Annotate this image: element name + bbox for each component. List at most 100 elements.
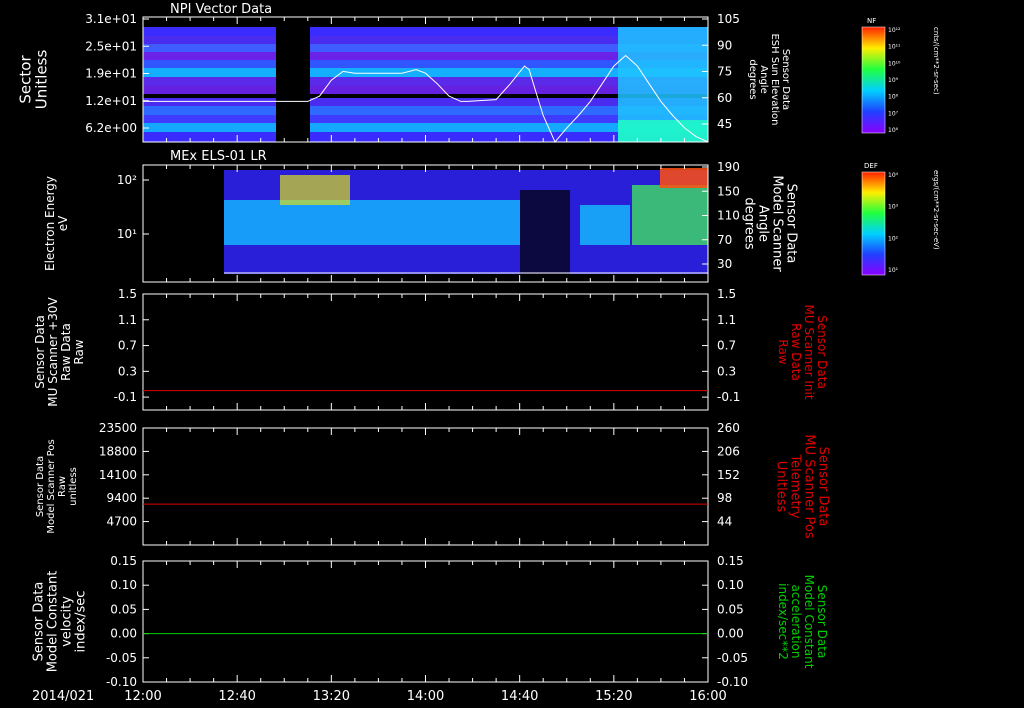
colorbar-tick-label: 10⁴: [888, 172, 899, 179]
y-tick-label: 9400: [106, 491, 137, 505]
colorbar-nf-unit: cnts/(cm**2-sr-sec): [932, 27, 940, 95]
els-title: MEx ELS-01 LR: [170, 149, 267, 164]
right-tick-label: 44: [717, 515, 732, 529]
right-tick-label: 0.3: [717, 364, 736, 378]
colorbar-tick-label: 10¹²: [888, 27, 901, 34]
y-axis-label: Model Scanner Pos: [46, 439, 57, 533]
y-tick-label: 1.9e+01: [85, 67, 137, 81]
right-axis-label: degrees: [742, 197, 757, 250]
right-tick-label: 190: [717, 160, 740, 174]
y-tick-label: 18800: [99, 444, 137, 458]
y-axis-label: Sensor Data: [33, 315, 47, 389]
velocity-frame: [142, 560, 709, 683]
els-band: [520, 190, 570, 274]
x-tick-label: 14:00: [407, 689, 444, 704]
y-axis-label: Electron Energy: [43, 176, 57, 271]
right-tick-label: 60: [717, 91, 732, 105]
colorbar-tick-label: 10⁹: [888, 77, 899, 84]
colorbar-tick-label: 10¹: [888, 267, 899, 274]
colorbar-tick-label: 10⁸: [888, 94, 899, 101]
colorbar-def: DEF ergs/(cm**2-sr-sec-eV): [861, 162, 940, 276]
els-band: [224, 200, 520, 245]
colorbar-tick-label: 10⁷: [888, 110, 899, 117]
right-tick-label: 1.1: [717, 313, 736, 327]
y-tick-label: 3.1e+01: [85, 12, 137, 26]
y-tick-label: 0.7: [118, 339, 137, 353]
colorbar-def-scale: [861, 171, 886, 276]
y-tick-label: 4700: [106, 515, 137, 529]
x-date-label: 2014/021: [32, 689, 94, 704]
y-axis-label: Raw: [72, 339, 86, 364]
right-axis-label: Unitless: [774, 461, 789, 513]
right-axis-label: MU Scanner Pos: [802, 434, 817, 539]
y-axis-label: eV: [56, 215, 70, 231]
right-tick-label: -0.10: [717, 675, 748, 689]
els-band: [580, 205, 630, 245]
y-axis-label: Sensor Data: [32, 582, 47, 662]
npi-spectrogram: [143, 17, 708, 142]
right-axis-label: Sensor Data: [816, 447, 831, 527]
npi-band: [618, 120, 708, 142]
y-axis-label: velocity: [60, 596, 75, 647]
colorbar-tick-label: 10²: [888, 235, 899, 242]
x-tick-label: 12:00: [124, 689, 161, 704]
y-tick-label: -0.10: [106, 675, 137, 689]
y-axis-label: Model Constant: [46, 571, 61, 673]
right-axis-label: Sensor Data: [815, 585, 829, 659]
y-tick-label: 10²: [117, 173, 137, 187]
right-axis-label: index/sec**2: [776, 583, 790, 660]
right-axis-label: Model Scanner: [770, 175, 785, 272]
right-tick-label: 150: [717, 184, 740, 198]
scanner-pos-frame: [142, 427, 709, 546]
right-axis-label: ESH Sun Elevation: [769, 33, 780, 125]
right-tick-label: 0.15: [717, 554, 744, 568]
y-tick-label: 6.2e+00: [85, 121, 137, 135]
npi-title: NPI Vector Data: [170, 2, 272, 17]
right-axis-label: degrees: [747, 59, 758, 99]
right-tick-label: -0.1: [717, 390, 740, 404]
y-axis-label: Sensor Data: [35, 456, 46, 517]
y-tick-label: 23500: [99, 421, 137, 435]
right-axis-label: Raw Data: [789, 323, 803, 381]
colorbar-def-label: DEF: [864, 162, 878, 170]
right-tick-label: 152: [717, 468, 740, 482]
right-tick-label: 0.7: [717, 339, 736, 353]
right-axis-label: Angle: [758, 65, 769, 93]
y-tick-label: 1.2e+01: [85, 94, 137, 108]
colorbar-def-unit: ergs/(cm**2-sr-sec-eV): [932, 170, 940, 250]
right-tick-label: 0.05: [717, 602, 744, 616]
y-tick-label: 0.15: [110, 554, 137, 568]
colorbar-tick-label: 10³: [888, 204, 899, 211]
mu30v-frame: [142, 293, 709, 411]
right-tick-label: 206: [717, 444, 740, 458]
right-tick-label: 70: [717, 233, 732, 247]
right-tick-label: 75: [717, 65, 732, 79]
y-tick-label: 0.3: [118, 364, 137, 378]
y-tick-label: 2.5e+01: [85, 39, 137, 53]
right-tick-label: 98: [717, 491, 732, 505]
y-tick-label: -0.1: [114, 390, 137, 404]
right-tick-label: 260: [717, 421, 740, 435]
right-axis-label: Model Constant: [802, 575, 816, 669]
right-tick-label: -0.05: [717, 651, 748, 665]
x-tick-label: 13:20: [313, 689, 350, 704]
y-tick-label: 1.1: [118, 313, 137, 327]
colorbar-tick-label: 10¹¹: [888, 44, 901, 51]
right-tick-label: 0.00: [717, 627, 744, 641]
els-band: [280, 175, 350, 205]
x-tick-label: 12:40: [218, 689, 255, 704]
right-axis-label: Angle: [756, 205, 771, 242]
els-spectrogram: [224, 168, 708, 274]
right-axis-label: Sensor Data: [815, 315, 829, 389]
x-tick-label: 14:40: [501, 689, 538, 704]
right-axis-label: Telemetry: [788, 453, 803, 518]
y-axis-label: index/sec: [74, 591, 89, 653]
x-tick-label: 15:20: [595, 689, 632, 704]
plot-canvas: NPI Vector Data MEx ELS-01 LR 3.1e+01 2.5…: [17, 2, 941, 704]
y-axis-label: unitless: [68, 467, 79, 506]
els-band: [632, 185, 708, 245]
right-axis-label: MU Scanner Init: [802, 304, 816, 399]
right-axis-label: acceleration: [789, 585, 803, 659]
colorbar-nf-scale: [861, 26, 886, 134]
colorbar-nf: NF cnts/(cm**2-sr-sec): [861, 17, 940, 134]
